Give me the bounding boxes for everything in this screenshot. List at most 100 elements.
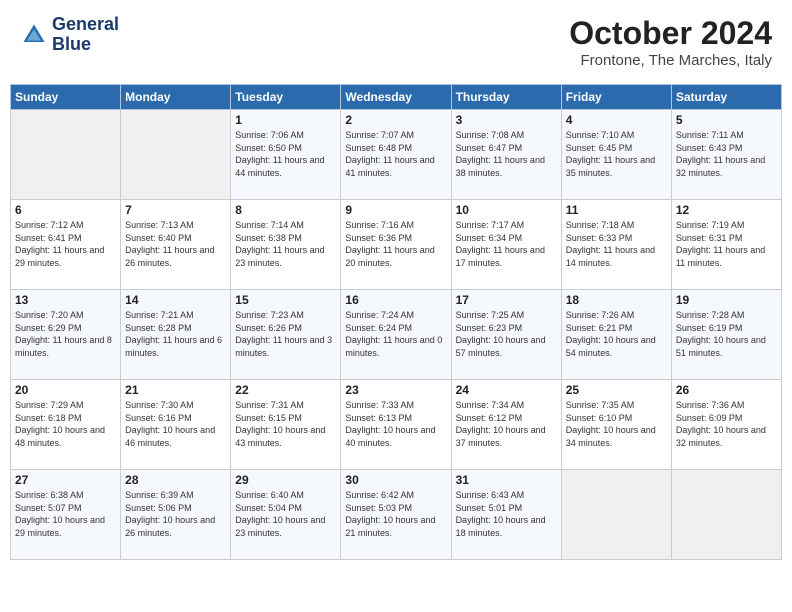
calendar-week-row: 20 Sunrise: 7:29 AMSunset: 6:18 PMDayligh… [11,380,782,470]
calendar-week-row: 6 Sunrise: 7:12 AMSunset: 6:41 PMDaylight… [11,200,782,290]
logo: General Blue [20,15,119,55]
calendar-day-cell: 15 Sunrise: 7:23 AMSunset: 6:26 PMDayligh… [231,290,341,380]
day-number: 22 [235,383,336,397]
day-number: 19 [676,293,777,307]
day-info: Sunrise: 7:25 AMSunset: 6:23 PMDaylight:… [456,309,557,359]
day-info: Sunrise: 7:18 AMSunset: 6:33 PMDaylight:… [566,219,667,269]
day-info: Sunrise: 7:26 AMSunset: 6:21 PMDaylight:… [566,309,667,359]
calendar-table: SundayMondayTuesdayWednesdayThursdayFrid… [10,84,782,560]
day-info: Sunrise: 7:08 AMSunset: 6:47 PMDaylight:… [456,129,557,179]
calendar-day-cell: 26 Sunrise: 7:36 AMSunset: 6:09 PMDayligh… [671,380,781,470]
calendar-day-cell: 20 Sunrise: 7:29 AMSunset: 6:18 PMDayligh… [11,380,121,470]
day-info: Sunrise: 6:38 AMSunset: 5:07 PMDaylight:… [15,489,116,539]
day-info: Sunrise: 7:29 AMSunset: 6:18 PMDaylight:… [15,399,116,449]
day-of-week-header: Tuesday [231,85,341,110]
day-number: 5 [676,113,777,127]
calendar-day-cell: 6 Sunrise: 7:12 AMSunset: 6:41 PMDaylight… [11,200,121,290]
calendar-day-cell: 9 Sunrise: 7:16 AMSunset: 6:36 PMDaylight… [341,200,451,290]
calendar-day-cell: 12 Sunrise: 7:19 AMSunset: 6:31 PMDayligh… [671,200,781,290]
calendar-day-cell: 5 Sunrise: 7:11 AMSunset: 6:43 PMDaylight… [671,110,781,200]
day-number: 30 [345,473,446,487]
day-info: Sunrise: 7:23 AMSunset: 6:26 PMDaylight:… [235,309,336,359]
day-info: Sunrise: 7:36 AMSunset: 6:09 PMDaylight:… [676,399,777,449]
day-info: Sunrise: 7:07 AMSunset: 6:48 PMDaylight:… [345,129,446,179]
calendar-day-cell: 19 Sunrise: 7:28 AMSunset: 6:19 PMDayligh… [671,290,781,380]
calendar-day-cell: 14 Sunrise: 7:21 AMSunset: 6:28 PMDayligh… [121,290,231,380]
day-number: 6 [15,203,116,217]
day-number: 29 [235,473,336,487]
day-number: 7 [125,203,226,217]
calendar-day-cell: 2Sunrise: 7:07 AMSunset: 6:48 PMDaylight… [341,110,451,200]
day-info: Sunrise: 7:21 AMSunset: 6:28 PMDaylight:… [125,309,226,359]
day-of-week-header: Friday [561,85,671,110]
calendar-day-cell: 27Sunrise: 6:38 AMSunset: 5:07 PMDayligh… [11,470,121,560]
day-number: 9 [345,203,446,217]
location: Frontone, The Marches, Italy [569,52,772,69]
day-info: Sunrise: 7:16 AMSunset: 6:36 PMDaylight:… [345,219,446,269]
calendar-day-cell: 21 Sunrise: 7:30 AMSunset: 6:16 PMDayligh… [121,380,231,470]
day-number: 1 [235,113,336,127]
day-number: 10 [456,203,557,217]
day-info: Sunrise: 7:35 AMSunset: 6:10 PMDaylight:… [566,399,667,449]
calendar-day-cell: 25 Sunrise: 7:35 AMSunset: 6:10 PMDayligh… [561,380,671,470]
day-info: Sunrise: 6:43 AMSunset: 5:01 PMDaylight:… [456,489,557,539]
day-number: 12 [676,203,777,217]
calendar-day-cell: 22 Sunrise: 7:31 AMSunset: 6:15 PMDayligh… [231,380,341,470]
day-number: 3 [456,113,557,127]
day-info: Sunrise: 7:34 AMSunset: 6:12 PMDaylight:… [456,399,557,449]
day-number: 23 [345,383,446,397]
day-info: Sunrise: 7:24 AMSunset: 6:24 PMDaylight:… [345,309,446,359]
day-number: 11 [566,203,667,217]
day-number: 28 [125,473,226,487]
logo-text: General Blue [52,15,119,55]
day-info: Sunrise: 7:12 AMSunset: 6:41 PMDaylight:… [15,219,116,269]
page-header: General Blue October 2024 Frontone, The … [10,10,782,74]
day-number: 18 [566,293,667,307]
day-number: 25 [566,383,667,397]
month-title: October 2024 [569,15,772,52]
calendar-day-cell: 11 Sunrise: 7:18 AMSunset: 6:33 PMDayligh… [561,200,671,290]
day-info: Sunrise: 7:13 AMSunset: 6:40 PMDaylight:… [125,219,226,269]
day-info: Sunrise: 7:30 AMSunset: 6:16 PMDaylight:… [125,399,226,449]
day-info: Sunrise: 7:17 AMSunset: 6:34 PMDaylight:… [456,219,557,269]
calendar-day-cell: 30 Sunrise: 6:42 AMSunset: 5:03 PMDayligh… [341,470,451,560]
calendar-day-cell: 29Sunrise: 6:40 AMSunset: 5:04 PMDayligh… [231,470,341,560]
day-number: 15 [235,293,336,307]
day-info: Sunrise: 7:31 AMSunset: 6:15 PMDaylight:… [235,399,336,449]
calendar-day-cell: 23Sunrise: 7:33 AMSunset: 6:13 PMDayligh… [341,380,451,470]
calendar-day-cell: 1Sunrise: 7:06 AMSunset: 6:50 PMDaylight… [231,110,341,200]
calendar-day-cell [121,110,231,200]
calendar-day-cell: 31Sunrise: 6:43 AMSunset: 5:01 PMDayligh… [451,470,561,560]
day-number: 13 [15,293,116,307]
day-of-week-header: Monday [121,85,231,110]
calendar-day-cell: 3 Sunrise: 7:08 AMSunset: 6:47 PMDaylight… [451,110,561,200]
day-info: Sunrise: 7:20 AMSunset: 6:29 PMDaylight:… [15,309,116,359]
day-number: 4 [566,113,667,127]
calendar-day-cell: 28Sunrise: 6:39 AMSunset: 5:06 PMDayligh… [121,470,231,560]
day-info: Sunrise: 7:10 AMSunset: 6:45 PMDaylight:… [566,129,667,179]
day-info: Sunrise: 7:19 AMSunset: 6:31 PMDaylight:… [676,219,777,269]
day-info: Sunrise: 6:42 AMSunset: 5:03 PMDaylight:… [345,489,446,539]
day-number: 26 [676,383,777,397]
day-info: Sunrise: 7:11 AMSunset: 6:43 PMDaylight:… [676,129,777,179]
calendar-day-cell: 10 Sunrise: 7:17 AMSunset: 6:34 PMDayligh… [451,200,561,290]
day-number: 14 [125,293,226,307]
day-number: 17 [456,293,557,307]
calendar-day-cell [671,470,781,560]
day-number: 20 [15,383,116,397]
calendar-header-row: SundayMondayTuesdayWednesdayThursdayFrid… [11,85,782,110]
day-info: Sunrise: 7:28 AMSunset: 6:19 PMDaylight:… [676,309,777,359]
day-of-week-header: Sunday [11,85,121,110]
calendar-day-cell: 7 Sunrise: 7:13 AMSunset: 6:40 PMDaylight… [121,200,231,290]
day-number: 8 [235,203,336,217]
calendar-day-cell: 16Sunrise: 7:24 AMSunset: 6:24 PMDayligh… [341,290,451,380]
day-number: 21 [125,383,226,397]
title-block: October 2024 Frontone, The Marches, Ital… [569,15,772,69]
day-of-week-header: Wednesday [341,85,451,110]
day-info: Sunrise: 7:14 AMSunset: 6:38 PMDaylight:… [235,219,336,269]
calendar-day-cell: 17 Sunrise: 7:25 AMSunset: 6:23 PMDayligh… [451,290,561,380]
logo-icon [20,21,48,49]
day-number: 24 [456,383,557,397]
calendar-day-cell: 4 Sunrise: 7:10 AMSunset: 6:45 PMDaylight… [561,110,671,200]
calendar-week-row: 27Sunrise: 6:38 AMSunset: 5:07 PMDayligh… [11,470,782,560]
